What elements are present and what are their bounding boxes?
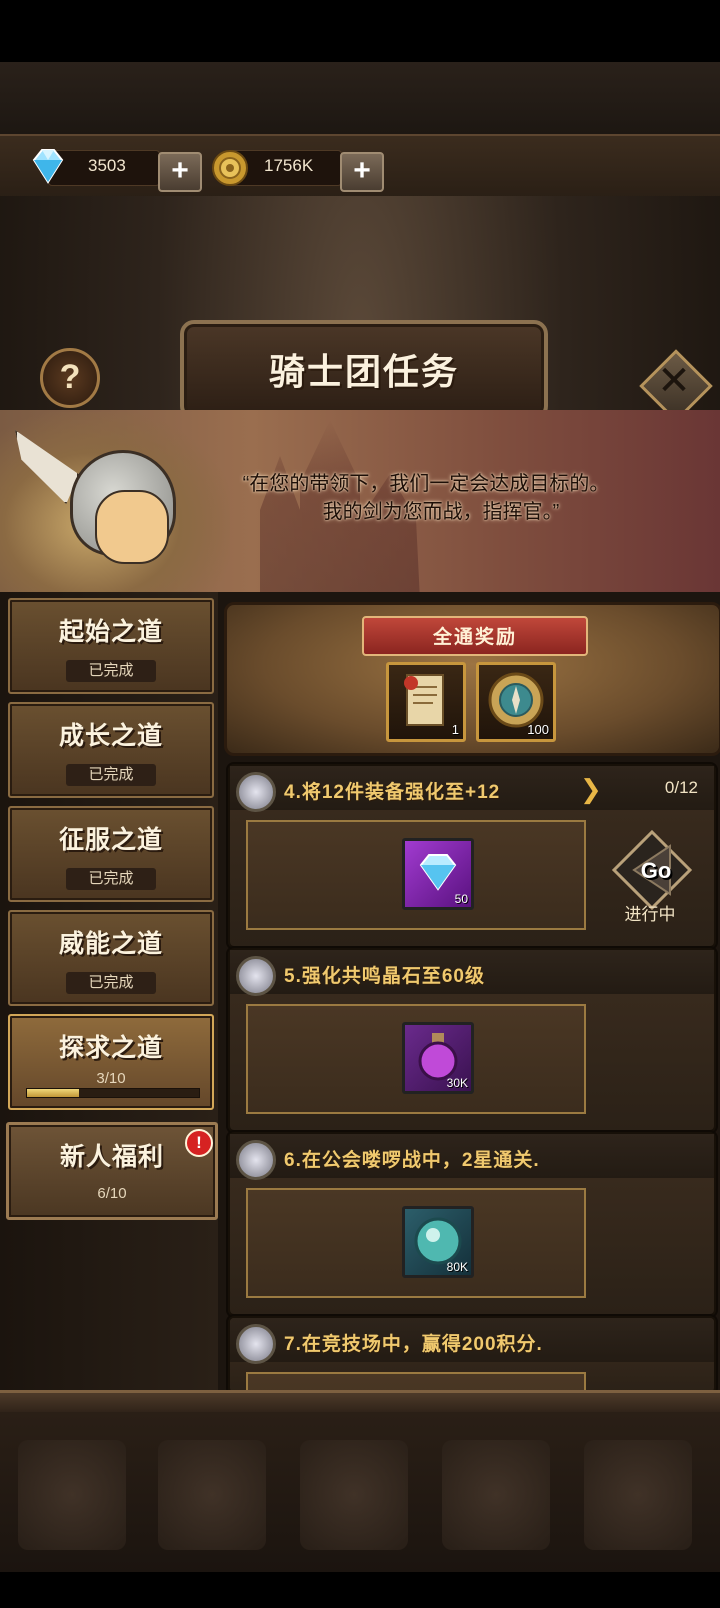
sidebar-item-progress-text: 3/10 [96,1070,126,1087]
close-icon[interactable]: ✕ [651,358,697,404]
task-reward-area: 80K [246,1188,586,1298]
progress-fill [27,1089,79,1097]
sidebar-item-explore[interactable]: 探求之道 3/10 [8,1014,214,1110]
nav-slot-2[interactable] [158,1440,266,1550]
sidebar-item-status: 已完成 [66,764,156,786]
gold-coin-icon [212,150,248,186]
page-title: 骑士团任务 [268,351,459,392]
system-nav-bar [0,1572,720,1608]
knight-face [95,490,169,564]
sidebar-item-status: 已完成 [66,660,156,682]
nav-slot-3[interactable] [300,1440,408,1550]
task-reward-area: 50 [246,820,586,930]
chevron-right-icon[interactable]: ❯ [580,774,602,805]
sidebar-item-power[interactable]: 威能之道 已完成 [8,910,214,1006]
task-header: 7.在竞技场中，赢得200积分. [230,1318,714,1364]
nav-slot-1[interactable] [18,1440,126,1550]
go-button[interactable]: Go [628,858,684,884]
reward-orb[interactable]: 80K [402,1206,474,1278]
gold-amount: 1756K [264,156,314,175]
help-button[interactable]: ? [40,348,100,408]
plus-icon: + [353,154,371,187]
add-gold-button[interactable]: + [340,152,384,192]
task-medal-icon [236,1140,276,1180]
task-title: 6.在公会喽啰战中，2星通关. [284,1150,540,1171]
reward-item-compass[interactable]: 100 [476,662,556,742]
task-title: 5.强化共鸣晶石至60级 [284,966,485,987]
add-gems-button[interactable]: + [158,152,202,192]
gem-amount: 3503 [88,156,126,175]
task-medal-icon [236,772,276,812]
reward-amount: 50 [454,892,468,906]
sidebar-item-status: 已完成 [66,868,156,890]
reward-item-count: 100 [527,722,549,737]
nav-slot-4[interactable] [442,1440,550,1550]
alert-badge: ! [185,1129,213,1157]
sidebar-item-label: 成长之道 [58,722,163,750]
sidebar-item-progress-bar [26,1088,200,1098]
task-header: 5.强化共鸣晶石至60级 [230,950,714,996]
reward-gem[interactable]: 50 [402,838,474,910]
task-progress: 0/12 [664,778,698,797]
sidebar-item-status: 已完成 [66,972,156,994]
diamond-icon [32,149,64,184]
all-clear-title: 全通奖励 [432,627,517,648]
task-card: 5.强化共鸣晶石至60级 30K [228,948,716,1132]
sidebar-item-label: 威能之道 [58,930,163,958]
header-texture [0,62,720,134]
quote-line-2: 我的剑为您而战，指挥官。” [322,501,560,523]
task-header: 6.在公会喽啰战中，2星通关. [230,1134,714,1180]
reward-potion[interactable]: 30K [402,1022,474,1094]
task-reward-area: 30K [246,1004,586,1114]
quote-line-1: “在您的带领下，我们一定会达成目标的。 [242,473,610,495]
task-title: 7.在竞技场中，赢得200积分. [284,1334,543,1355]
task-header: 4.将12件装备强化至+12 ❯ 0/12 [230,766,714,812]
task-card: 6.在公会喽啰战中，2星通关. 80K [228,1132,716,1316]
task-medal-icon [236,956,276,996]
sidebar-item-newbie[interactable]: 新人福利 6/10 ! [6,1122,218,1220]
reward-item-count: 1 [451,722,459,737]
sidebar-item-progress-text: 6/10 [97,1185,127,1202]
sidebar-item-growth[interactable]: 成长之道 已完成 [8,702,214,798]
reward-amount: 30K [446,1076,468,1090]
story-quote: “在您的带领下，我们一定会达成目标的。 我的剑为您而战，指挥官。” [176,470,676,526]
sidebar-item-conquest[interactable]: 征服之道 已完成 [8,806,214,902]
sidebar-item-label: 探求之道 [58,1034,163,1062]
plus-icon: + [171,154,189,187]
status-bar [0,0,720,62]
question-icon: ? [59,358,81,396]
task-status: 进行中 [624,905,676,924]
task-card: 7.在竞技场中，赢得200积分. [228,1316,716,1394]
nav-slot-5[interactable] [584,1440,692,1550]
sidebar-item-label: 征服之道 [58,826,163,854]
task-title: 4.将12件装备强化至+12 [284,782,501,803]
task-medal-icon [236,1324,276,1364]
sidebar-item-start[interactable]: 起始之道 已完成 [8,598,214,694]
reward-amount: 80K [446,1260,468,1274]
sidebar-item-label: 起始之道 [58,618,163,646]
reward-item-scroll[interactable]: 1 [386,662,466,742]
